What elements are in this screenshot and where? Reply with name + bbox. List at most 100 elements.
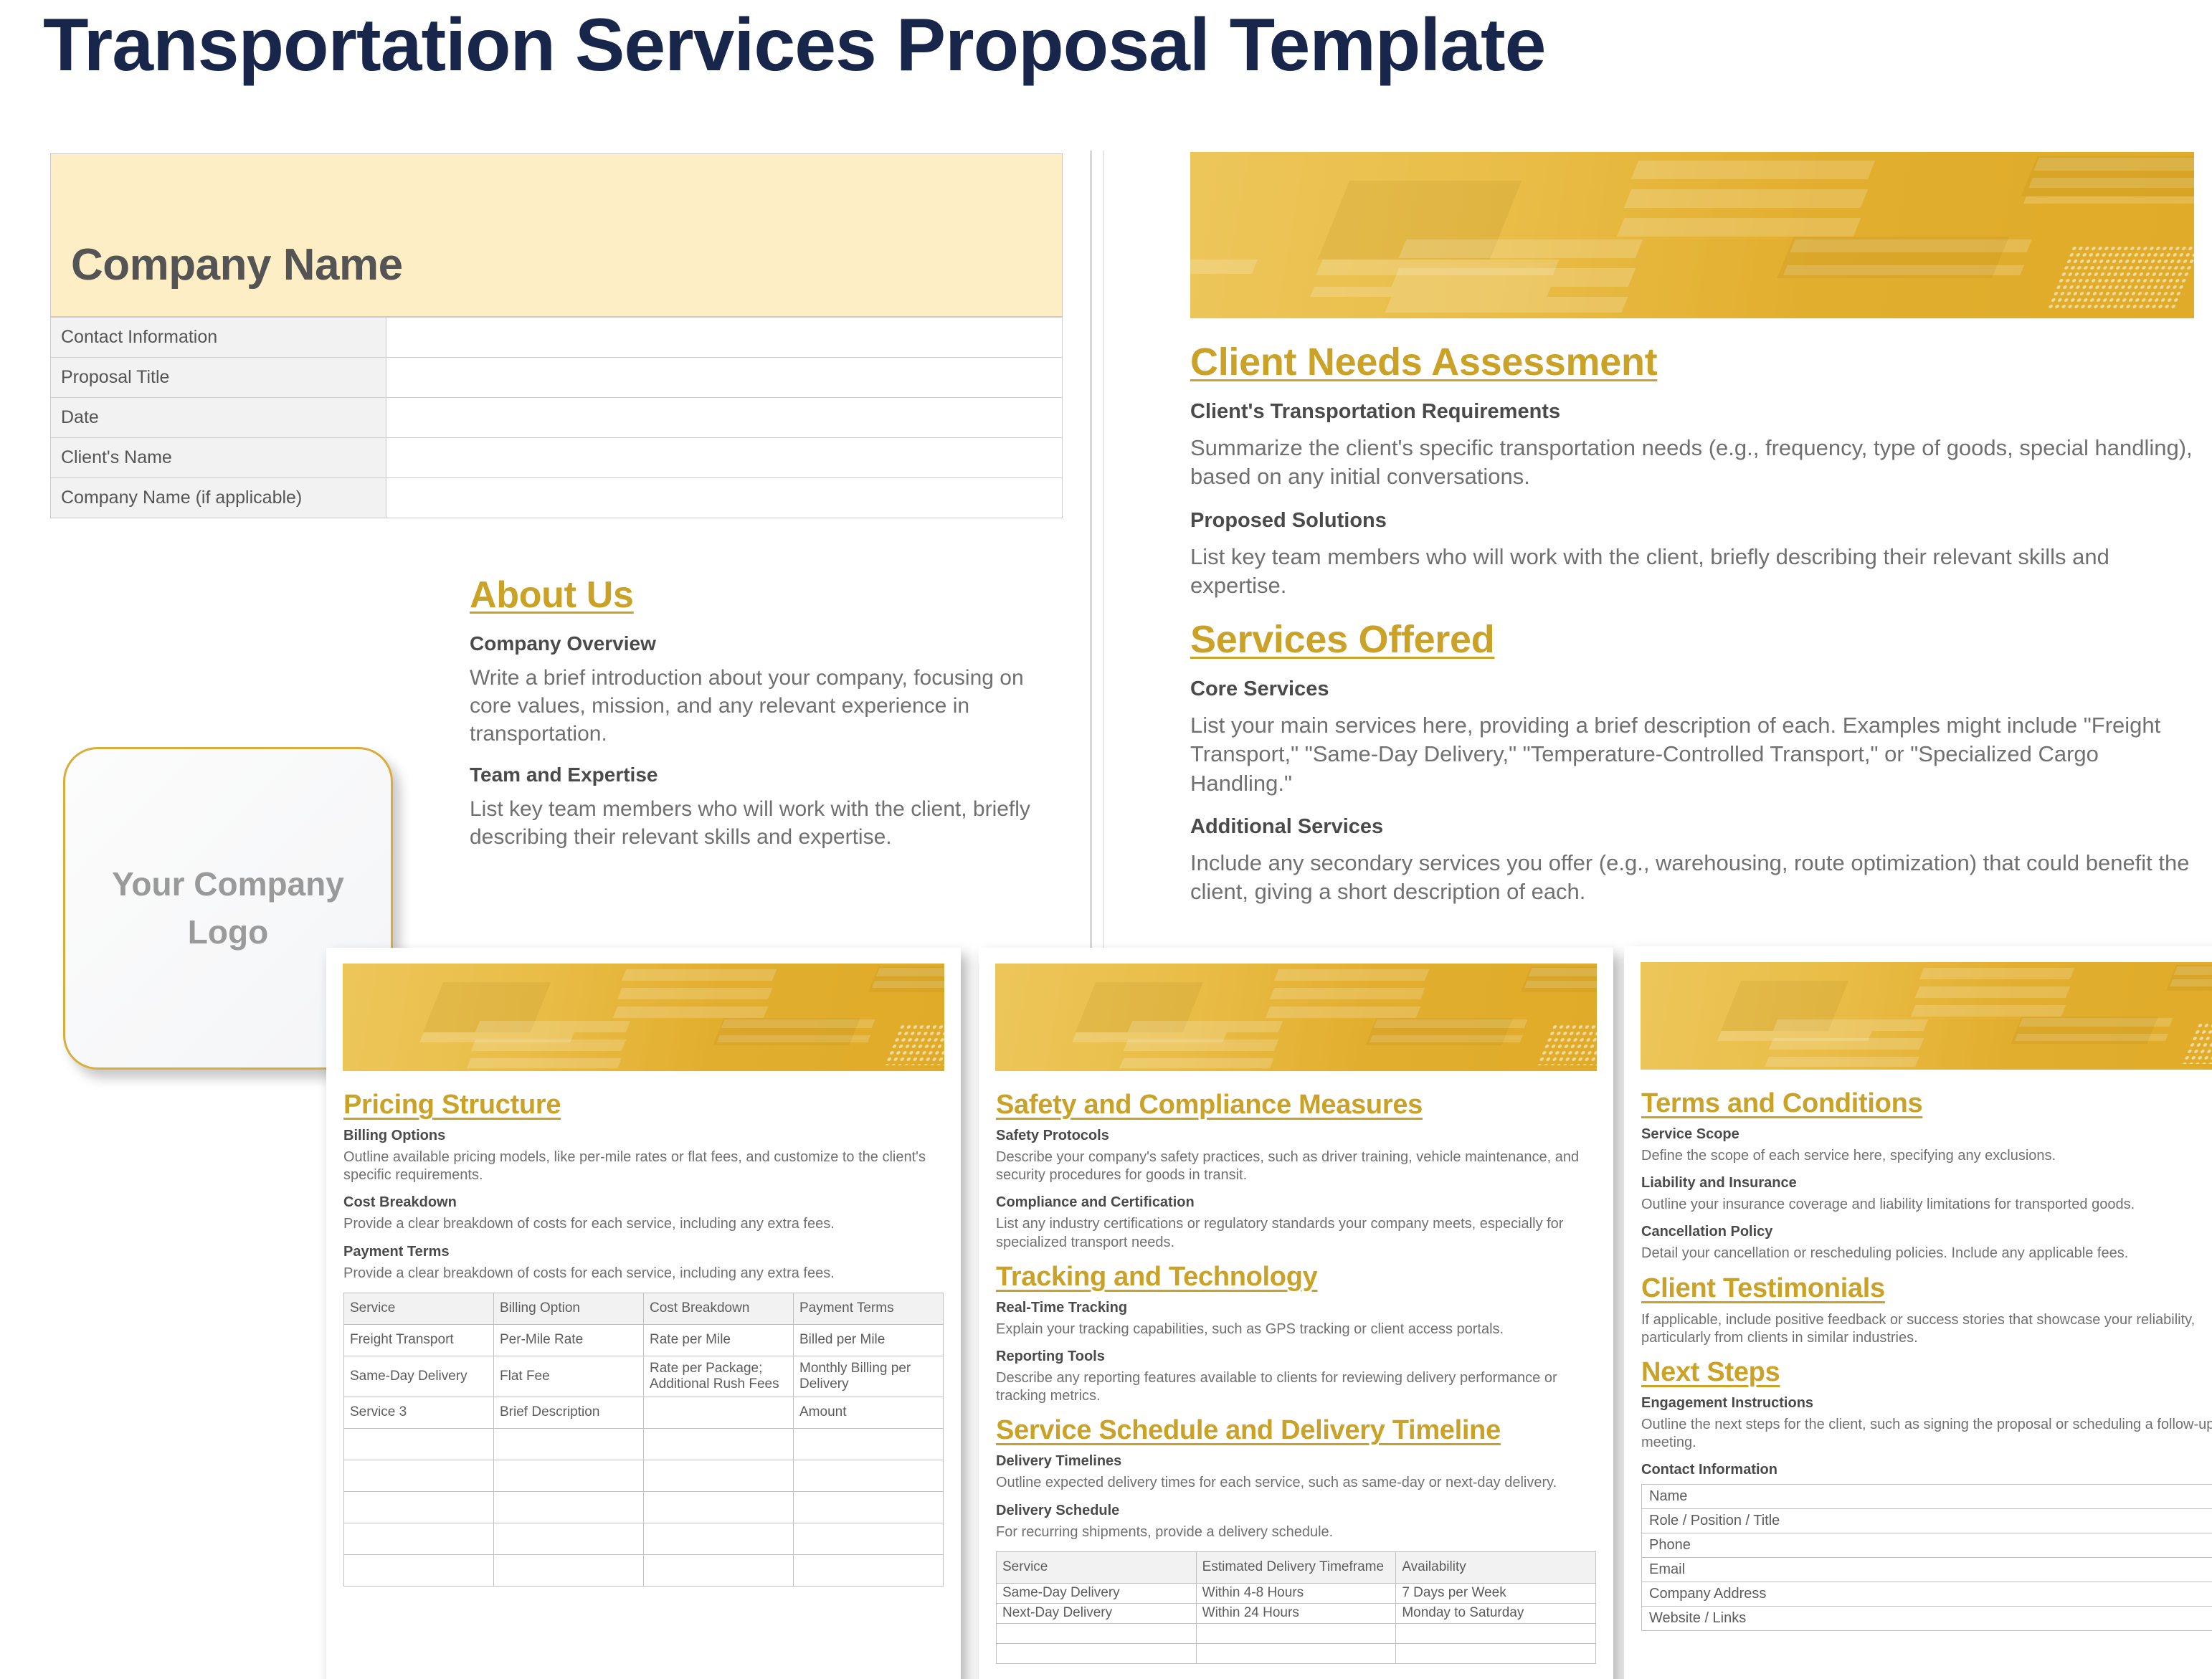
cell[interactable] bbox=[1395, 1622, 1596, 1644]
cell[interactable] bbox=[1395, 1642, 1596, 1664]
cell[interactable] bbox=[643, 1459, 794, 1492]
cell[interactable]: Amount bbox=[793, 1396, 944, 1429]
table-row bbox=[343, 1427, 944, 1460]
cell[interactable] bbox=[996, 1642, 1197, 1664]
reporting-tools-body: Describe any reporting features availabl… bbox=[996, 1369, 1557, 1404]
cell[interactable]: Per-Mile Rate bbox=[493, 1323, 644, 1356]
cell[interactable]: Within 24 Hours bbox=[1195, 1602, 1397, 1624]
contact-field-phone[interactable]: Phone bbox=[1641, 1533, 2212, 1559]
cell[interactable] bbox=[493, 1427, 644, 1460]
table-row: Name bbox=[1641, 1484, 2212, 1510]
compliance-certification-subheading: Compliance and Certification bbox=[996, 1194, 1195, 1211]
gold-banner-graphic bbox=[1641, 962, 2212, 1070]
cell[interactable] bbox=[793, 1427, 944, 1460]
company-name-heading: Company Name bbox=[71, 240, 403, 290]
gold-banner-graphic bbox=[995, 964, 1597, 1071]
page-title: Transportation Services Proposal Templat… bbox=[43, 4, 1547, 87]
cell[interactable] bbox=[643, 1554, 794, 1587]
cell[interactable] bbox=[643, 1427, 794, 1460]
table-row bbox=[343, 1490, 944, 1523]
page-root: Transportation Services Proposal Templat… bbox=[0, 0, 2212, 1679]
cell[interactable]: Flat Fee bbox=[493, 1355, 644, 1397]
cell[interactable] bbox=[343, 1522, 494, 1555]
cell[interactable]: Same-Day Delivery bbox=[996, 1582, 1197, 1604]
delivery-schedule-body: For recurring shipments, provide a deliv… bbox=[996, 1523, 1334, 1540]
cell[interactable]: Next-Day Delivery bbox=[996, 1602, 1197, 1624]
cell[interactable] bbox=[996, 1622, 1197, 1644]
pricing-structure-card[interactable]: Pricing Structure Billing Options Outlin… bbox=[326, 948, 961, 1679]
contact-field-email[interactable]: Email bbox=[1641, 1557, 2212, 1583]
table-header-row: Service Billing Option Cost Breakdown Pa… bbox=[343, 1292, 944, 1325]
proposed-solutions-subheading: Proposed Solutions bbox=[1190, 508, 1387, 532]
cell[interactable] bbox=[793, 1522, 944, 1555]
info-value-company-name[interactable] bbox=[386, 477, 1063, 518]
safety-compliance-card[interactable]: Safety and Compliance Measures Safety Pr… bbox=[979, 948, 1613, 1679]
engagement-instructions-subheading: Engagement Instructions bbox=[1641, 1394, 1814, 1411]
cancellation-policy-body: Detail your cancellation or rescheduling… bbox=[1641, 1245, 2129, 1262]
payment-terms-subheading: Payment Terms bbox=[343, 1243, 450, 1260]
cell[interactable] bbox=[343, 1554, 494, 1587]
pricing-table: Service Billing Option Cost Breakdown Pa… bbox=[343, 1292, 944, 1587]
cell[interactable] bbox=[793, 1554, 944, 1587]
cell[interactable]: Monthly Billing per Delivery bbox=[793, 1355, 944, 1397]
table-row: Same-Day Delivery Within 4-8 Hours 7 Day… bbox=[996, 1582, 1596, 1604]
company-overview-body: Write a brief introduction about your co… bbox=[470, 666, 1024, 746]
cell[interactable] bbox=[493, 1554, 644, 1587]
table-row: Company Name (if applicable) bbox=[50, 477, 1063, 518]
about-us-heading: About Us bbox=[470, 574, 634, 616]
service-scope-body: Define the scope of each service here, s… bbox=[1641, 1148, 2056, 1164]
compliance-certification-body: List any industry certifications or regu… bbox=[996, 1216, 1564, 1250]
client-testimonials-body: If applicable, include positive feedback… bbox=[1641, 1311, 2196, 1346]
cell[interactable]: Rate per Mile bbox=[643, 1323, 794, 1356]
proposal-info-table: Contact Information Proposal Title Date … bbox=[50, 317, 1063, 518]
safety-compliance-heading: Safety and Compliance Measures bbox=[996, 1090, 1423, 1120]
cell[interactable] bbox=[343, 1459, 494, 1492]
cell[interactable]: Same-Day Delivery bbox=[343, 1355, 494, 1397]
cell[interactable]: Monday to Saturday bbox=[1395, 1602, 1596, 1624]
card-banner-safety bbox=[995, 964, 1597, 1071]
cell[interactable]: 7 Days per Week bbox=[1395, 1582, 1596, 1604]
cell[interactable] bbox=[343, 1490, 494, 1523]
cell[interactable] bbox=[793, 1459, 944, 1492]
contact-field-website[interactable]: Website / Links bbox=[1641, 1606, 2212, 1632]
cell[interactable] bbox=[793, 1490, 944, 1523]
cell[interactable] bbox=[643, 1396, 794, 1429]
contact-field-role[interactable]: Role / Position / Title bbox=[1641, 1508, 2212, 1534]
contact-field-name[interactable]: Name bbox=[1641, 1484, 2212, 1510]
info-value-date[interactable] bbox=[386, 397, 1063, 438]
cell[interactable] bbox=[1195, 1622, 1397, 1644]
cell[interactable]: Billed per Mile bbox=[793, 1323, 944, 1356]
cell[interactable]: Service 3 bbox=[343, 1396, 494, 1429]
schedule-col-service: Service bbox=[996, 1551, 1197, 1584]
schedule-col-availability: Availability bbox=[1395, 1551, 1596, 1584]
cell[interactable] bbox=[643, 1522, 794, 1555]
terms-conditions-card[interactable]: Terms and Conditions Service Scope Defin… bbox=[1624, 946, 2212, 1679]
table-header-row: Service Estimated Delivery Timeframe Ava… bbox=[996, 1551, 1596, 1584]
cell[interactable]: Brief Description bbox=[493, 1396, 644, 1429]
cell[interactable] bbox=[643, 1490, 794, 1523]
right-page-body: Client Needs Assessment Client's Transpo… bbox=[1190, 340, 2194, 924]
info-label-date: Date bbox=[50, 397, 386, 438]
info-label-proposal-title: Proposal Title bbox=[50, 357, 386, 398]
info-value-clients-name[interactable] bbox=[386, 437, 1063, 478]
cell[interactable] bbox=[493, 1522, 644, 1555]
contact-field-address[interactable]: Company Address bbox=[1641, 1582, 2212, 1607]
table-row: Next-Day Delivery Within 24 Hours Monday… bbox=[996, 1602, 1596, 1624]
team-expertise-body: List key team members who will work with… bbox=[470, 797, 1030, 849]
cell[interactable] bbox=[1195, 1642, 1397, 1664]
table-row: Role / Position / Title bbox=[1641, 1508, 2212, 1534]
real-time-tracking-body: Explain your tracking capabilities, such… bbox=[996, 1321, 1504, 1337]
liability-insurance-body: Outline your insurance coverage and liab… bbox=[1641, 1197, 2135, 1213]
pricing-card-content: Pricing Structure Billing Options Outlin… bbox=[326, 1071, 961, 1587]
cost-breakdown-body: Provide a clear breakdown of costs for e… bbox=[343, 1216, 835, 1232]
cell[interactable]: Within 4-8 Hours bbox=[1195, 1582, 1397, 1604]
company-name-band: Company Name bbox=[50, 153, 1063, 317]
cell[interactable] bbox=[493, 1459, 644, 1492]
info-value-contact-information[interactable] bbox=[386, 317, 1063, 358]
cell[interactable]: Freight Transport bbox=[343, 1323, 494, 1356]
info-value-proposal-title[interactable] bbox=[386, 357, 1063, 398]
delivery-timelines-subheading: Delivery Timelines bbox=[996, 1453, 1122, 1470]
cell[interactable] bbox=[343, 1427, 494, 1460]
cell[interactable]: Rate per Package; Additional Rush Fees bbox=[643, 1355, 794, 1397]
cell[interactable] bbox=[493, 1490, 644, 1523]
